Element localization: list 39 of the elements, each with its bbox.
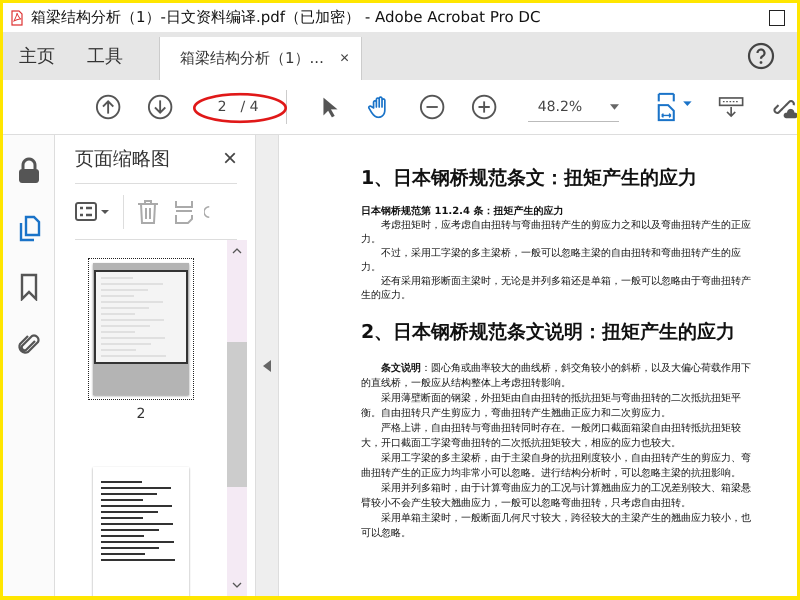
help-icon[interactable] — [747, 42, 775, 70]
previous-page-icon[interactable] — [95, 93, 122, 121]
collapse-panel-icon[interactable] — [263, 360, 271, 372]
page-number-field[interactable]: 2 — [218, 99, 226, 115]
scroll-down-icon[interactable] — [232, 582, 242, 588]
document-paragraph: 严格上讲，自由扭转与弯曲扭转同时存在。一般闭口截面箱梁自由扭转抵抗扭矩较大，开口截面工字梁弯曲扭转的二次抵抗扭矩较大，相应的应力也较大。 — [361, 422, 742, 451]
nav-tab[interactable]: 工具 — [71, 32, 139, 80]
scrollbar[interactable] — [227, 240, 247, 596]
document-paragraph: 采用并列多箱时，由于计算弯曲应力的工况与计算翘曲应力的工况差别较大、箱梁悬臂较小不会产生较大翘曲应力，一般可以忽略弯曲扭转，只考虑自由扭转。 — [361, 482, 752, 511]
window-title: 箱梁结构分析（1）-日文资料编译.pdf（已加密） - Adobe Acrobat Pro DC — [31, 8, 540, 27]
zoom-out-icon[interactable] — [419, 93, 446, 121]
panel-title: 页面缩略图 — [75, 147, 170, 172]
document-paragraph: 采用工字梁的多主梁桥，由于主梁自身的抗扭刚度较小，自由扭转产生的剪应力、弯曲扭转产生的正应力均非常小可以忽略。进行结构分析时，可以忽略主梁的抗扭影响。 — [361, 452, 752, 481]
caret-icon[interactable] — [610, 104, 620, 110]
document-subheading: 日本钢桥规范第 11.2.4 条：扭矩产生的应力 — [361, 205, 564, 218]
document-tab[interactable]: 箱梁结构分析（1）... × — [159, 37, 362, 80]
pdf-file-icon — [9, 8, 25, 26]
close-tab-button[interactable]: × — [338, 48, 352, 70]
lock-icon[interactable] — [16, 157, 40, 185]
scroll-up-icon[interactable] — [232, 248, 242, 254]
zoom-dropdown[interactable]: 48.2% — [528, 92, 620, 122]
document-paragraph: 还有采用箱形断面主梁时，无论是并列多箱还是单箱，一般可以忽略由于弯曲扭转产生的应力。 — [361, 275, 752, 303]
document-paragraph: 考虑扭矩时，应考虑自由扭转与弯曲扭转产生的剪应力之和以及弯曲扭转产生的正应力。 — [361, 219, 752, 247]
next-page-icon[interactable] — [147, 93, 174, 121]
document-heading: 2、日本钢桥规范条文说明：扭矩产生的应力 — [361, 320, 736, 345]
document-paragraph: 采用单箱主梁时，一般断面几何尺寸较大，跨径较大的主梁产生的翘曲应力较小，也可以忽略。 — [361, 512, 752, 541]
page-thumbnail[interactable] — [88, 258, 194, 400]
maximize-button[interactable] — [769, 10, 785, 26]
nav-tab[interactable]: 主页 — [3, 32, 71, 80]
zoom-in-icon[interactable] — [471, 93, 498, 121]
page-number-label: 2 — [136, 406, 146, 422]
document-tab-label[interactable]: 箱梁结构分析（1）... — [180, 49, 324, 68]
document-paragraph: 条文说明：圆心角或曲率较大的曲线桥，斜交角较小的斜桥，以及大偏心荷载作用下的直线桥，一般应从结构整体上考虑扭转影响。 — [361, 362, 752, 391]
document-heading: 1、日本钢桥规范条文：扭矩产生的应力 — [361, 166, 698, 191]
document-paragraph: 采用薄壁断面的钢梁，外扭矩由自由扭转的抵抗扭矩与弯曲扭转的二次抵抗扭矩平衡。自由扭转只产生剪应力，弯曲扭转产生翘曲正应力和二次剪应力。 — [361, 392, 742, 421]
close-panel-button[interactable]: × — [222, 145, 237, 173]
options-icon[interactable] — [75, 200, 111, 222]
document-paragraph: 不过，采用工字梁的多主梁桥，一般可以忽略主梁的自由扭转和弯曲扭转产生的应力。 — [361, 247, 742, 275]
page-total: / 4 — [240, 99, 259, 115]
